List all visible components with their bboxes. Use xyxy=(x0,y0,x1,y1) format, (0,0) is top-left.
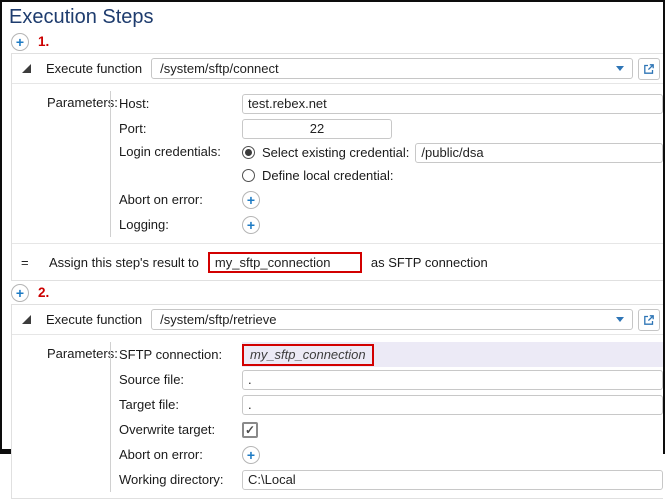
add-abort-option-button[interactable]: + xyxy=(242,446,260,464)
param-row-login-credentials: Login credentials: Select existing crede… xyxy=(119,141,663,187)
logging-label: Logging: xyxy=(119,217,242,232)
host-input[interactable] xyxy=(242,94,663,114)
sftp-connection-label: SFTP connection: xyxy=(119,347,242,362)
execute-function-row: Execute function /system/sftp/connect xyxy=(12,54,663,84)
execute-function-label: Execute function xyxy=(46,312,142,327)
plus-icon: + xyxy=(16,35,24,49)
function-path-value: /system/sftp/retrieve xyxy=(160,312,616,327)
assign-result-input[interactable] xyxy=(208,252,362,273)
sftp-connection-value[interactable]: my_sftp_connection xyxy=(242,344,374,366)
add-abort-option-button[interactable]: + xyxy=(242,191,260,209)
plus-icon: + xyxy=(247,448,255,462)
function-path-value: /system/sftp/connect xyxy=(160,61,616,76)
step-2-box: Execute function /system/sftp/retrieve P… xyxy=(11,304,663,499)
page-title: Execution Steps xyxy=(9,6,663,29)
assign-type-text: as SFTP connection xyxy=(371,255,488,270)
triangle-expander-icon[interactable] xyxy=(22,315,31,324)
param-row-logging: Logging: + xyxy=(119,212,663,237)
login-credentials-label: Login credentials: xyxy=(119,141,242,159)
param-row-overwrite: Overwrite target: ✓ xyxy=(119,417,663,442)
param-row-host: Host: xyxy=(119,91,663,116)
credential-input[interactable] xyxy=(415,143,663,163)
local-credential-radio[interactable] xyxy=(242,169,255,182)
working-directory-input[interactable] xyxy=(242,470,663,490)
param-row-sftp-connection: SFTP connection: my_sftp_connection xyxy=(119,342,663,367)
param-row-abort: Abort on error: + xyxy=(119,187,663,212)
external-link-icon xyxy=(643,314,655,326)
plus-icon: + xyxy=(247,193,255,207)
existing-credential-label: Select existing credential: xyxy=(262,145,409,160)
function-path-combobox[interactable]: /system/sftp/connect xyxy=(151,58,633,79)
source-file-input[interactable] xyxy=(242,370,663,390)
step-number: 1. xyxy=(38,34,49,49)
chevron-down-icon[interactable] xyxy=(616,66,624,71)
parameters-section: Parameters: Host: Port: Login credential… xyxy=(12,84,663,243)
open-function-button[interactable] xyxy=(638,58,660,80)
checkmark-icon: ✓ xyxy=(245,424,255,436)
parameters-fields: SFTP connection: my_sftp_connection Sour… xyxy=(110,342,663,492)
execute-function-row: Execute function /system/sftp/retrieve xyxy=(12,305,663,335)
source-file-label: Source file: xyxy=(119,372,242,387)
add-logging-option-button[interactable]: + xyxy=(242,216,260,234)
param-row-port: Port: xyxy=(119,116,663,141)
local-credential-label: Define local credential: xyxy=(262,168,394,183)
abort-on-error-label: Abort on error: xyxy=(119,447,242,462)
add-step-button[interactable]: + xyxy=(11,284,29,302)
local-credential-option: Define local credential: xyxy=(242,164,663,187)
target-file-input[interactable] xyxy=(242,395,663,415)
plus-icon: + xyxy=(16,286,24,300)
port-input[interactable] xyxy=(242,119,392,139)
function-path-combobox[interactable]: /system/sftp/retrieve xyxy=(151,309,633,330)
param-row-abort: Abort on error: + xyxy=(119,442,663,467)
external-link-icon xyxy=(643,63,655,75)
overwrite-target-label: Overwrite target: xyxy=(119,422,242,437)
abort-on-error-label: Abort on error: xyxy=(119,192,242,207)
step-number: 2. xyxy=(38,285,49,300)
existing-credential-radio[interactable] xyxy=(242,146,255,159)
chevron-down-icon[interactable] xyxy=(616,317,624,322)
add-step-row-1: + 1. xyxy=(11,32,663,51)
step-1-box: Execute function /system/sftp/connect Pa… xyxy=(11,53,663,281)
add-step-button[interactable]: + xyxy=(11,33,29,51)
execute-function-label: Execute function xyxy=(46,61,142,76)
target-file-label: Target file: xyxy=(119,397,242,412)
port-label: Port: xyxy=(119,121,242,136)
host-label: Host: xyxy=(119,96,242,111)
add-step-row-2: + 2. xyxy=(11,283,663,302)
assign-operator: = xyxy=(21,255,49,270)
parameters-fields: Host: Port: Login credentials: Select ex… xyxy=(110,91,663,237)
open-function-button[interactable] xyxy=(638,309,660,331)
plus-icon: + xyxy=(247,218,255,232)
triangle-expander-icon[interactable] xyxy=(22,64,31,73)
sftp-connection-field[interactable]: my_sftp_connection xyxy=(242,342,663,367)
overwrite-target-checkbox[interactable]: ✓ xyxy=(242,422,258,438)
assign-result-row: = Assign this step's result to as SFTP c… xyxy=(12,243,663,280)
existing-credential-option: Select existing credential: xyxy=(242,141,663,164)
parameters-label: Parameters: xyxy=(12,342,110,492)
parameters-section: Parameters: SFTP connection: my_sftp_con… xyxy=(12,335,663,498)
assign-text: Assign this step's result to xyxy=(49,255,199,270)
parameters-label: Parameters: xyxy=(12,91,110,237)
execution-steps-page: { "page": { "title": "Execution Steps" }… xyxy=(0,0,665,454)
param-row-working-directory: Working directory: xyxy=(119,467,663,492)
param-row-target-file: Target file: xyxy=(119,392,663,417)
param-row-source-file: Source file: xyxy=(119,367,663,392)
working-directory-label: Working directory: xyxy=(119,472,242,487)
